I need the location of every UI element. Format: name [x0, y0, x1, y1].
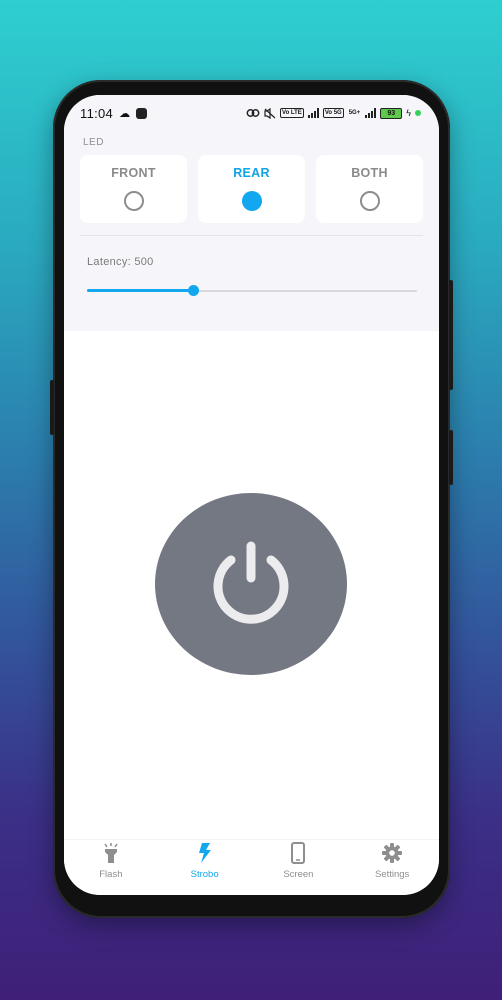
signal-icon-2 — [365, 108, 377, 118]
bottom-navigation: Flash Strobo Screen Settings — [64, 839, 439, 895]
screen: 11:04 ☁ Vo LTE Vo 5G 5G+ 93 ϟ LED FRONT … — [64, 95, 439, 895]
phone-frame: 11:04 ☁ Vo LTE Vo 5G 5G+ 93 ϟ LED FRONT … — [50, 80, 453, 918]
settings-panel: LED FRONT REAR BOTH Latency: 500 — [64, 131, 439, 331]
flashlight-icon — [104, 843, 118, 863]
app-notification-icon — [136, 107, 148, 119]
phone-side-button-right-upper — [449, 280, 453, 390]
power-icon — [213, 541, 289, 624]
battery-icon: 93 — [380, 107, 403, 119]
nav-item-screen[interactable]: Screen — [253, 842, 343, 880]
bolt-icon — [198, 843, 211, 863]
nav-label-strobo: Strobo — [190, 869, 219, 880]
charging-icon: ϟ — [406, 108, 411, 118]
led-section-label: LED — [83, 137, 104, 148]
link-icon — [246, 109, 260, 117]
latency-label: Latency: 500 — [87, 256, 154, 268]
radio-front[interactable] — [123, 191, 144, 211]
privacy-dot-icon — [415, 110, 421, 116]
led-option-rear[interactable]: REAR — [198, 155, 305, 223]
led-options: FRONT REAR BOTH — [80, 155, 423, 223]
led-option-label: FRONT — [111, 166, 156, 180]
radio-both[interactable] — [359, 191, 380, 211]
slider-thumb[interactable] — [187, 285, 199, 296]
vo5g-badge: Vo 5G — [322, 108, 344, 118]
5g-plus-badge: 5G+ — [348, 110, 361, 116]
radio-rear[interactable] — [241, 191, 262, 211]
nav-label-screen: Screen — [283, 869, 314, 880]
status-bar: 11:04 ☁ Vo LTE Vo 5G 5G+ 93 ϟ — [64, 95, 439, 131]
divider — [80, 235, 423, 236]
main-area — [64, 331, 439, 841]
led-option-label: REAR — [233, 166, 270, 180]
status-time: 11:04 — [80, 105, 114, 121]
nav-label-flash: Flash — [99, 869, 123, 880]
latency-slider[interactable] — [87, 285, 417, 297]
phone-side-button-left — [50, 380, 54, 435]
cloud-icon: ☁ — [119, 107, 131, 120]
signal-icon — [307, 108, 319, 118]
nav-item-flash[interactable]: Flash — [66, 842, 156, 880]
led-option-front[interactable]: FRONT — [80, 155, 187, 223]
volte-badge: Vo LTE — [280, 108, 304, 118]
phone-icon — [291, 842, 306, 864]
nav-item-strobo[interactable]: Strobo — [160, 842, 250, 880]
power-button[interactable] — [155, 493, 347, 675]
nav-label-settings: Settings — [374, 869, 410, 880]
mute-icon — [264, 107, 276, 119]
phone-side-button-right-lower — [449, 430, 453, 485]
nav-item-settings[interactable]: Settings — [347, 842, 437, 880]
gear-icon — [382, 843, 403, 863]
slider-fill — [87, 289, 193, 292]
led-option-label: BOTH — [351, 166, 388, 180]
led-option-both[interactable]: BOTH — [316, 155, 423, 223]
